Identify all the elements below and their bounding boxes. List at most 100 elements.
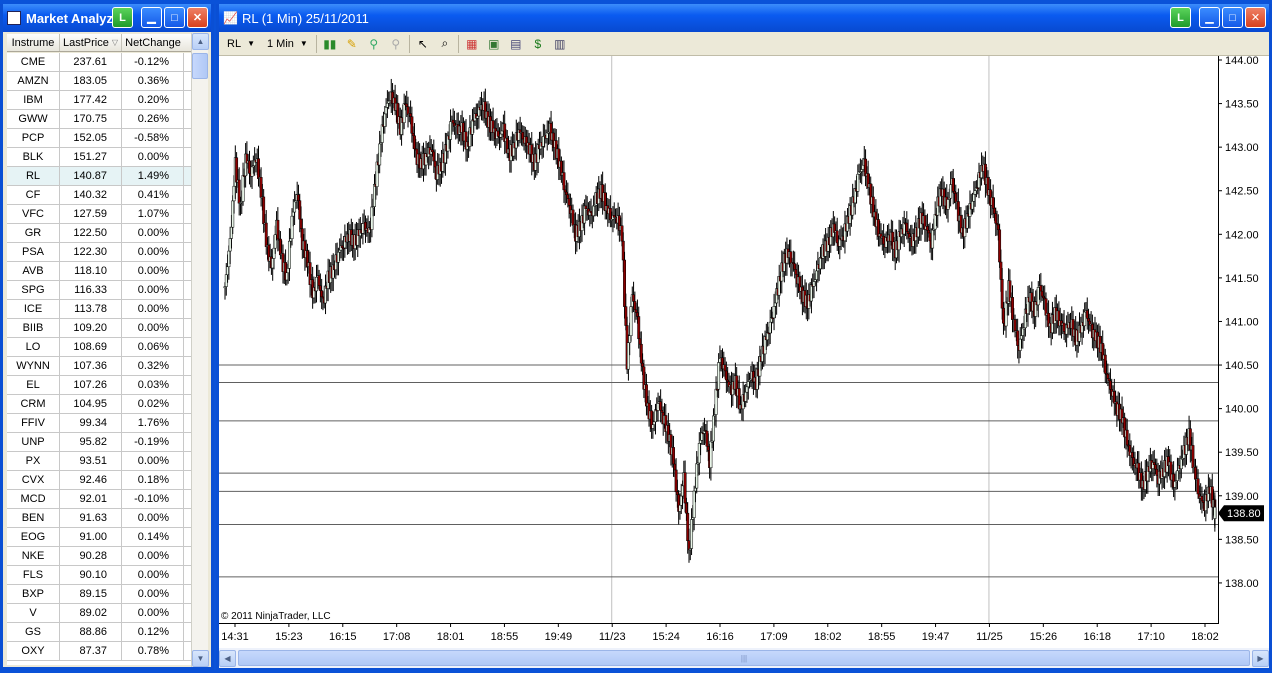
table-row[interactable]: VFC 127.59 1.07% xyxy=(7,205,193,224)
y-tick-label: 142.00 xyxy=(1225,229,1259,241)
table-row[interactable]: CME 237.61 -0.12% xyxy=(7,53,193,72)
chart-style-icon[interactable]: ▮▮ xyxy=(321,35,339,53)
lastprice-cell: 93.51 xyxy=(60,452,122,470)
netchange-cell: 0.00% xyxy=(122,585,184,603)
table-row[interactable]: UNP 95.82 -0.19% xyxy=(7,433,193,452)
y-tick-label: 143.50 xyxy=(1225,99,1259,111)
table-row[interactable]: CVX 92.46 0.18% xyxy=(7,471,193,490)
zoom-out-icon[interactable]: ⚲ xyxy=(387,35,405,53)
table-row[interactable]: BLK 151.27 0.00% xyxy=(7,148,193,167)
table-row[interactable]: MCD 92.01 -0.10% xyxy=(7,490,193,509)
close-icon[interactable]: ✕ xyxy=(187,7,208,28)
market-analyzer-titlebar[interactable]: Market Analyz L ▁ □ ✕ xyxy=(3,4,211,32)
table-row[interactable]: GR 122.50 0.00% xyxy=(7,224,193,243)
table-row[interactable]: PCP 152.05 -0.58% xyxy=(7,129,193,148)
table-row[interactable]: ICE 113.78 0.00% xyxy=(7,300,193,319)
table-row[interactable]: FFIV 99.34 1.76% xyxy=(7,414,193,433)
scroll-up-icon[interactable]: ▲ xyxy=(192,33,209,50)
table-row[interactable]: AVB 118.10 0.00% xyxy=(7,262,193,281)
chart-link-button[interactable]: L xyxy=(1170,7,1191,28)
data-box-icon[interactable]: ▥ xyxy=(551,35,569,53)
scroll-down-icon[interactable]: ▼ xyxy=(192,650,209,667)
netchange-cell: 0.20% xyxy=(122,91,184,109)
netchange-cell: 0.00% xyxy=(122,319,184,337)
chart-toolbar: RL ▼ 1 Min ▼ ▮▮ ✎ ⚲ ⚲ ↖ ⌕ ▦ ▣ ▤ $ ▥ xyxy=(219,32,1269,56)
table-row[interactable]: LO 108.69 0.06% xyxy=(7,338,193,357)
magnifier-icon[interactable]: ⌕ xyxy=(436,35,454,53)
properties-icon[interactable]: ▤ xyxy=(507,35,525,53)
chart-window: 📈 RL (1 Min) 25/11/2011 L ▁ □ ✕ RL ▼ 1 Mi… xyxy=(216,4,1272,670)
table-row[interactable]: PX 93.51 0.00% xyxy=(7,452,193,471)
netchange-cell: 0.00% xyxy=(122,243,184,261)
scroll-thumb[interactable] xyxy=(192,53,208,79)
instrument-cell: LO xyxy=(7,338,60,356)
lastprice-cell: 118.10 xyxy=(60,262,122,280)
netchange-cell: 0.12% xyxy=(122,623,184,641)
hscroll-thumb[interactable]: ||| xyxy=(238,650,1250,666)
chart-close-icon[interactable]: ✕ xyxy=(1245,7,1266,28)
instrument-selector[interactable]: RL ▼ xyxy=(223,35,259,53)
dollar-icon[interactable]: $ xyxy=(529,35,547,53)
col-instrument[interactable]: Instrume xyxy=(7,34,60,51)
instrument-cell: FFIV xyxy=(7,414,60,432)
table-row[interactable]: OXY 87.37 0.78% xyxy=(7,642,193,661)
netchange-cell: 0.00% xyxy=(122,262,184,280)
interval-selector[interactable]: 1 Min ▼ xyxy=(263,35,312,53)
col-netchange[interactable]: NetChange xyxy=(122,34,184,51)
table-row[interactable]: EOG 91.00 0.14% xyxy=(7,528,193,547)
strategies-icon[interactable]: ▣ xyxy=(485,35,503,53)
lastprice-cell: 88.86 xyxy=(60,623,122,641)
table-row[interactable]: FLS 90.10 0.00% xyxy=(7,566,193,585)
table-row[interactable]: AMZN 183.05 0.36% xyxy=(7,72,193,91)
instrument-cell: RL xyxy=(7,167,60,185)
candle-body xyxy=(1213,506,1217,519)
indicators-icon[interactable]: ▦ xyxy=(463,35,481,53)
table-row[interactable]: IBM 177.42 0.20% xyxy=(7,91,193,110)
chart-minimize-icon[interactable]: ▁ xyxy=(1199,7,1220,28)
col-lastprice[interactable]: LastPrice ▽ xyxy=(60,34,122,51)
price-chart[interactable]: 14:31 15:23 16:15 17:08 18:01 18:55 19:49 11/23… xyxy=(219,55,1269,648)
pointer-icon[interactable]: ↖ xyxy=(414,35,432,53)
maximize-icon[interactable]: □ xyxy=(164,7,185,28)
chart-svg[interactable]: 14:31 15:23 16:15 17:08 18:01 18:55 19:49 11/23… xyxy=(219,55,1269,648)
table-row[interactable]: EL 107.26 0.03% xyxy=(7,376,193,395)
minimize-icon[interactable]: ▁ xyxy=(141,7,162,28)
y-tick-label: 138.50 xyxy=(1225,534,1259,546)
lastprice-cell: 89.15 xyxy=(60,585,122,603)
netchange-cell: 0.00% xyxy=(122,224,184,242)
table-row[interactable]: GS 88.86 0.12% xyxy=(7,623,193,642)
drawing-tool-icon[interactable]: ✎ xyxy=(343,35,361,53)
dropdown-icon: ▼ xyxy=(299,39,308,48)
table-row[interactable]: CF 140.32 0.41% xyxy=(7,186,193,205)
table-row[interactable]: PSA 122.30 0.00% xyxy=(7,243,193,262)
instrument-cell: EL xyxy=(7,376,60,394)
scroll-right-icon[interactable]: ▶ xyxy=(1252,649,1269,667)
table-row[interactable]: BXP 89.15 0.00% xyxy=(7,585,193,604)
chart-titlebar[interactable]: 📈 RL (1 Min) 25/11/2011 L ▁ □ ✕ xyxy=(219,4,1269,32)
table-row[interactable]: BEN 91.63 0.00% xyxy=(7,509,193,528)
table-row[interactable]: SPG 116.33 0.00% xyxy=(7,281,193,300)
table-row[interactable]: WYNN 107.36 0.32% xyxy=(7,357,193,376)
horizontal-scrollbar[interactable]: ◀ ||| ▶ xyxy=(219,648,1269,668)
y-tick-label: 139.50 xyxy=(1225,447,1259,459)
vertical-scrollbar[interactable]: ▲ ▼ xyxy=(191,33,209,667)
table-row[interactable]: RL 140.87 1.49% xyxy=(7,167,193,186)
y-tick-label: 141.50 xyxy=(1225,273,1259,285)
instrument-cell: ICE xyxy=(7,300,60,318)
table-row[interactable]: BIIB 109.20 0.00% xyxy=(7,319,193,338)
netchange-cell: 1.76% xyxy=(122,414,184,432)
lastprice-cell: 91.63 xyxy=(60,509,122,527)
instrument-cell: PX xyxy=(7,452,60,470)
lastprice-cell: 107.36 xyxy=(60,357,122,375)
scroll-left-icon[interactable]: ◀ xyxy=(219,649,236,667)
table-row[interactable]: NKE 90.28 0.00% xyxy=(7,547,193,566)
table-row[interactable]: CRM 104.95 0.02% xyxy=(7,395,193,414)
table-row[interactable]: GWW 170.75 0.26% xyxy=(7,110,193,129)
link-button[interactable]: L xyxy=(112,7,133,28)
instrument-cell: PCP xyxy=(7,129,60,147)
table-row[interactable]: V 89.02 0.00% xyxy=(7,604,193,623)
lastprice-cell: 151.27 xyxy=(60,148,122,166)
lastprice-cell: 113.78 xyxy=(60,300,122,318)
chart-maximize-icon[interactable]: □ xyxy=(1222,7,1243,28)
zoom-in-icon[interactable]: ⚲ xyxy=(365,35,383,53)
